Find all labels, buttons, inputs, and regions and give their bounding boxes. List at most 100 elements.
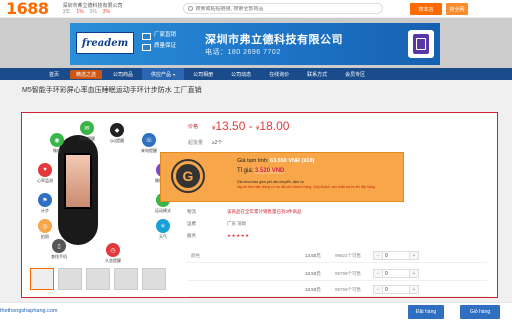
moq-label: 起批量	[188, 140, 204, 146]
price-label: 价格	[188, 124, 199, 130]
feature-label: QQ提醒	[109, 138, 125, 143]
price-range: ¥13.50 - ¥18.00	[212, 119, 290, 133]
quantity-input[interactable]	[383, 269, 409, 278]
info-label-shipping: 物流	[187, 209, 196, 214]
info-value-freight: 广东 深圳	[227, 221, 247, 226]
feature-label: 微信	[53, 148, 61, 153]
find-phone-icon: ▯	[52, 239, 66, 253]
decrement-button[interactable]: −	[373, 269, 383, 278]
increment-button[interactable]: +	[409, 285, 419, 294]
thumbnail[interactable]	[30, 268, 54, 290]
exchange-rate: Tỉ giá: 3.520 VNĐ	[237, 168, 285, 174]
thumbnail[interactable]	[142, 268, 166, 290]
stat-years: 3年	[62, 8, 71, 15]
thumbnail[interactable]	[86, 268, 110, 290]
increment-button[interactable]: +	[409, 269, 419, 278]
conversion-warning: Người bán hiện đang có ưu đãi cho khách …	[237, 185, 376, 189]
info-label-service: 服务	[187, 233, 196, 238]
quantity-input[interactable]	[383, 285, 409, 294]
nav-news[interactable]: 公司动态	[222, 68, 260, 80]
estimated-price: Giá tạm tính: 63.550 VNĐ (¥18)	[237, 158, 314, 164]
feature-label: 查找手机	[51, 254, 67, 259]
band-screen	[64, 153, 92, 209]
nav-products[interactable]: 公司商品	[104, 68, 142, 80]
cart-button[interactable]: Giỏ hàng	[460, 305, 500, 319]
product-title: M5智能手环彩屏心率血压睡眠运动手环计步防水 工厂直销	[22, 87, 202, 94]
thumbnail[interactable]	[114, 268, 138, 290]
variant-stock: 99759个可售	[335, 287, 362, 292]
variant-label: 颜色	[191, 253, 200, 258]
banner-badges: 厂家直销 质量保证	[142, 30, 176, 52]
company-stats: 3年 1% 3% 3%	[63, 9, 123, 15]
variant-price: 13.50元	[305, 287, 321, 292]
decrement-button[interactable]: −	[373, 285, 383, 294]
feature-label: 天气	[159, 234, 167, 239]
banner-company-title: 深圳市弗立德科技有限公司	[205, 34, 343, 46]
footer-site-link[interactable]: thethongshaphang.com	[0, 308, 58, 314]
banner-app-icon	[408, 30, 434, 58]
search-input[interactable]	[195, 5, 378, 12]
badge-factory-direct: 厂家直销	[142, 30, 176, 41]
thumbnail-strip	[30, 268, 166, 290]
nav-inquiry[interactable]: 在线询价	[260, 68, 298, 80]
weather-icon: ☀	[156, 219, 170, 233]
increment-button[interactable]: +	[409, 251, 419, 260]
search-icon	[187, 6, 193, 11]
nav-contact[interactable]: 联系方式	[298, 68, 336, 80]
call-icon: ☏	[142, 133, 156, 147]
site-logo[interactable]: 1688	[6, 0, 49, 18]
exchange-rate-label: Tỉ giá:	[237, 168, 256, 174]
search-bar	[182, 3, 383, 14]
footer-bar: thethongshaphang.com Đặt hàng Giỏ hàng	[0, 302, 512, 320]
heart-rate-icon: ♥	[38, 163, 52, 177]
message-icon: ✉	[80, 121, 94, 135]
quantity-stepper: − +	[373, 251, 419, 260]
feature-label: 计步	[41, 208, 49, 213]
rating-stars: ★★★★★	[227, 233, 250, 238]
camera-icon: ◎	[38, 219, 52, 233]
info-label-freight: 运费	[187, 221, 196, 226]
moq-value: ≥2个	[212, 140, 223, 146]
price-low: 13.50	[215, 119, 246, 133]
variant-stock: 99799个可售	[335, 271, 362, 276]
estimated-price-value: 63.550 VNĐ (¥18)	[270, 158, 315, 164]
nav-album[interactable]: 公司相册	[184, 68, 222, 80]
shop-banner: freadem 厂家直销 质量保证 深圳市弗立德科技有限公司 电话：180 26…	[0, 18, 512, 68]
company-summary: 深圳市弗立德科技有限公司 3年 1% 3% 3%	[63, 3, 123, 15]
variant-stock: 99824个可售	[335, 253, 362, 258]
nav-home[interactable]: 首页	[40, 68, 68, 80]
price-conversion-box: G Giá tạm tính: 63.550 VNĐ (¥18) Tỉ giá:…	[160, 152, 404, 202]
nav-supply[interactable]: 供应产品	[142, 68, 185, 80]
steps-icon: ⚑	[38, 193, 52, 207]
decrement-button[interactable]: −	[373, 251, 383, 260]
nav-featured[interactable]: 精选之选	[70, 69, 103, 79]
stat-2: 3%	[89, 8, 97, 15]
wechat-icon: ◉	[50, 133, 64, 147]
nav-member[interactable]: 会员专区	[336, 68, 374, 80]
variant-row: 13.50元 99799个可售 − +	[187, 267, 487, 281]
stat-3: 3%	[102, 8, 111, 15]
badge-quality: 质量保证	[142, 41, 176, 52]
price-high: 18.00	[259, 119, 290, 133]
quantity-stepper: − +	[373, 269, 419, 278]
variant-price: 13.50元	[305, 271, 321, 276]
brand-logo: freadem	[76, 32, 134, 54]
exchange-rate-value: 3.520 VNĐ	[255, 168, 285, 174]
quantity-input[interactable]	[383, 251, 409, 260]
variant-row: 13.50元 99759个可售 − +	[187, 283, 487, 297]
stat-1: 1%	[76, 8, 84, 15]
feature-label: 运动模式	[155, 208, 171, 213]
feature-label: 消息提醒	[79, 136, 95, 141]
product-gallery[interactable]: ✉ 消息提醒 ◉ 微信 ◆ QQ提醒 ☏ 来电提醒 ♥ 心率监测 ☾ 睡眠监测 …	[30, 119, 178, 269]
variant-row: 颜色 13.50元 99824个可售 − +	[187, 249, 487, 263]
shop-nav: 首页 精选之选 公司商品 供应产品 公司相册 公司动态 在线询价 联系方式 会员…	[0, 68, 512, 80]
variant-price: 13.50元	[305, 253, 321, 258]
banner-phone: 电话：180 2696 7702	[205, 49, 281, 56]
order-button[interactable]: Đặt hàng	[408, 305, 444, 319]
search-all-button[interactable]: 搜全网	[446, 3, 468, 15]
sedentary-icon: ◷	[106, 243, 120, 257]
thumbnail[interactable]	[58, 268, 82, 290]
search-store-button[interactable]: 搜本店	[410, 3, 442, 15]
feature-label: 久坐提醒	[105, 258, 121, 263]
feature-label: 心率监测	[37, 178, 53, 183]
